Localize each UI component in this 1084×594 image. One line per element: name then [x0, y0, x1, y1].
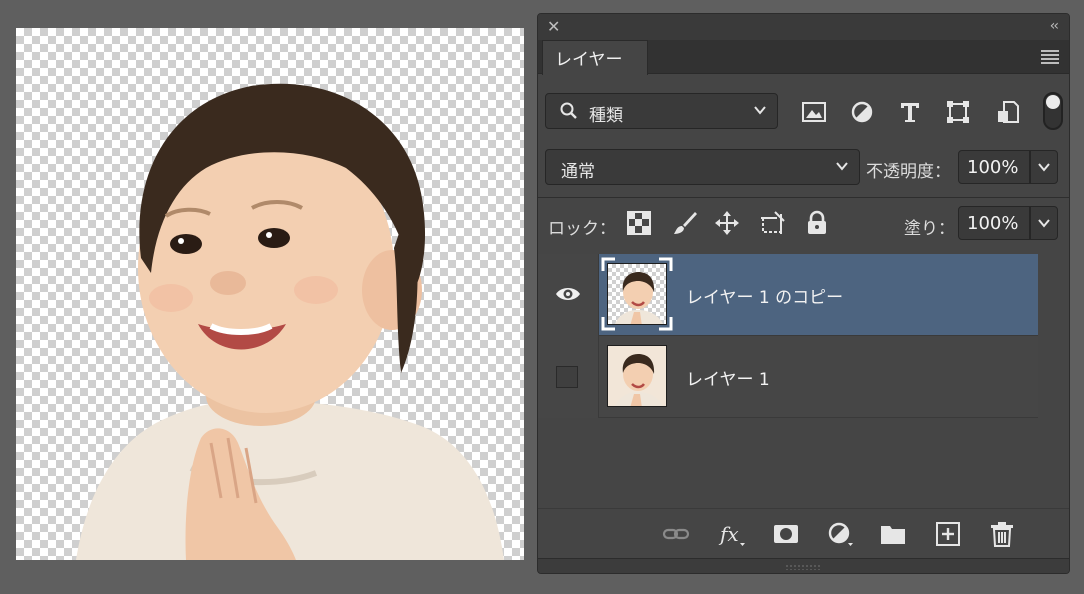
fill-dropdown-button[interactable]: [1030, 206, 1058, 240]
lock-all-icon[interactable]: [804, 210, 830, 236]
filter-kind-dropdown[interactable]: 種類: [545, 93, 778, 129]
visibility-toggle-off[interactable]: [556, 366, 578, 388]
panel-bottom-toolbar: fx: [538, 508, 1069, 558]
chevron-down-icon: [1038, 219, 1050, 228]
eye-icon[interactable]: [555, 285, 581, 303]
layer-thumbnail[interactable]: [607, 345, 667, 407]
blend-mode-label: 通常: [561, 162, 595, 182]
panel-menu-icon[interactable]: [1041, 50, 1059, 66]
tab-layers[interactable]: レイヤー: [542, 40, 648, 75]
prevent-auto-nesting-icon[interactable]: [759, 210, 785, 236]
link-layers-icon[interactable]: [662, 521, 690, 547]
layer-mask-icon[interactable]: [772, 521, 800, 547]
document-canvas[interactable]: [16, 28, 524, 560]
panel-tab-row: レイヤー: [538, 40, 1069, 75]
lock-image-pixels-icon[interactable]: [672, 210, 698, 236]
panel-resize-grip[interactable]: [538, 558, 1069, 573]
search-icon: [560, 102, 577, 119]
image-filter-icon[interactable]: [801, 100, 827, 124]
layer-name[interactable]: レイヤー 1: [686, 365, 770, 390]
adjustment-filter-icon[interactable]: [849, 100, 875, 124]
close-icon[interactable]: ✕: [547, 19, 560, 35]
panel-titlebar[interactable]: ✕ ‹‹: [538, 14, 1069, 40]
layer-row[interactable]: レイヤー 1: [538, 336, 1038, 418]
child-photo: [76, 83, 504, 560]
collapse-icon[interactable]: ‹‹: [1050, 18, 1059, 34]
lock-position-icon[interactable]: [714, 210, 740, 236]
layers-panel: ✕ ‹‹ レイヤー 種類 通常 不透明度： 100% ロック： 塗り： 100%…: [537, 13, 1070, 574]
chevron-down-icon: [754, 106, 766, 115]
blend-mode-dropdown[interactable]: 通常: [545, 149, 860, 185]
divider: [538, 197, 1069, 198]
lock-label: ロック：: [548, 219, 616, 239]
filter-kind-label: 種類: [589, 106, 623, 126]
fill-input[interactable]: 100%: [958, 206, 1030, 240]
group-folder-icon[interactable]: [879, 521, 907, 547]
visibility-cell[interactable]: [538, 336, 599, 418]
shape-filter-icon[interactable]: [945, 100, 971, 124]
layer-thumbnail[interactable]: [607, 263, 667, 325]
layer-name[interactable]: レイヤー 1 のコピー: [686, 283, 843, 308]
new-layer-icon[interactable]: [934, 521, 962, 547]
opacity-dropdown-button[interactable]: [1030, 150, 1058, 184]
filter-toggle-switch[interactable]: [1043, 92, 1063, 130]
visibility-cell[interactable]: [538, 254, 599, 336]
fx-icon[interactable]: fx: [718, 521, 746, 547]
smart-object-filter-icon[interactable]: [995, 100, 1021, 124]
lock-transparent-pixels-icon[interactable]: [626, 210, 652, 236]
fill-label: 塗り：: [904, 219, 955, 239]
type-filter-icon[interactable]: [897, 100, 923, 124]
adjustment-layer-icon[interactable]: [826, 521, 854, 547]
layer-row[interactable]: レイヤー 1 のコピー: [538, 254, 1038, 336]
layers-list: レイヤー 1 のコピー レイヤー 1: [538, 254, 1069, 508]
opacity-label: 不透明度：: [866, 162, 951, 182]
opacity-input[interactable]: 100%: [958, 150, 1030, 184]
trash-icon[interactable]: [988, 521, 1016, 547]
svg-text:fx: fx: [718, 522, 739, 546]
chevron-down-icon: [1038, 163, 1050, 172]
chevron-down-icon: [836, 162, 848, 171]
